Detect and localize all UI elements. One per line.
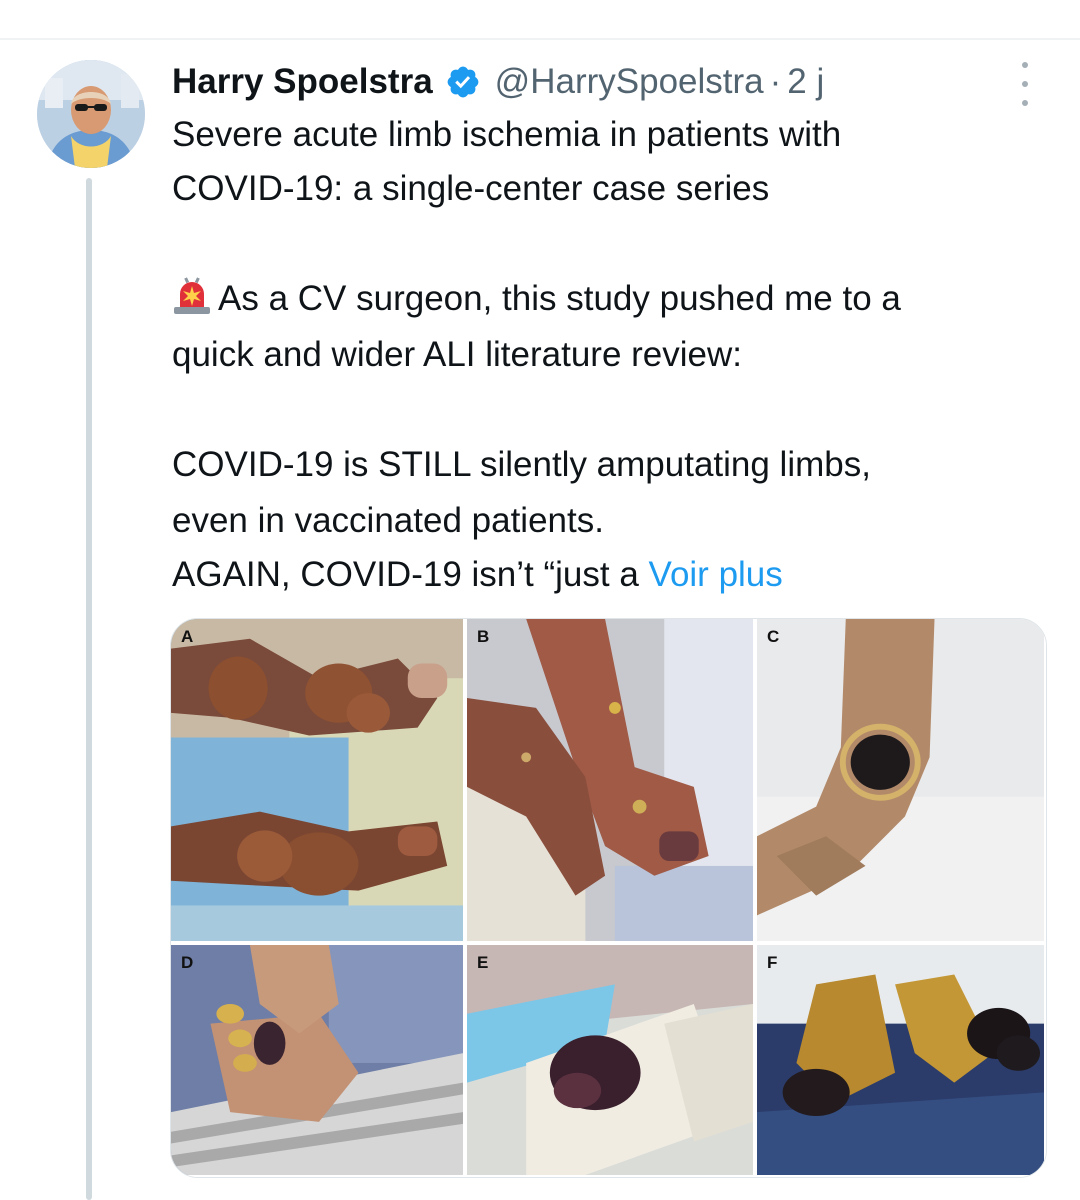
panel-label-f: F — [767, 953, 778, 972]
more-options-icon[interactable] — [1012, 62, 1038, 106]
tweet-text-line-7-content: AGAIN, COVID-19 isn’t “just a — [172, 555, 649, 594]
top-divider — [0, 38, 1080, 40]
tweet-text-line-1: Severe acute limb ischemia in patients w… — [172, 115, 842, 154]
show-more-link[interactable]: Voir plus — [649, 555, 783, 594]
separator-dot: · — [769, 62, 782, 101]
author-name[interactable]: Harry Spoelstra — [172, 62, 433, 102]
tweet-text-line-6: even in vaccinated patients. — [172, 501, 604, 540]
thread-line — [86, 178, 92, 1200]
media-photo-a[interactable]: A — [171, 619, 467, 945]
panel-label-b: B — [477, 627, 490, 646]
panel-label-e: E — [477, 953, 489, 972]
tweet-text-line-5: COVID-19 is STILL silently amputating li… — [172, 445, 871, 484]
tweet-text-line-2: COVID-19: a single-center case series — [172, 169, 770, 208]
media-grid[interactable]: A B C D E F — [170, 618, 1047, 1178]
panel-label-c: C — [767, 627, 780, 646]
panel-label-a: A — [181, 627, 194, 646]
police-light-icon — [172, 276, 212, 316]
author-handle[interactable]: @HarrySpoelstra — [495, 62, 764, 102]
tweet-time[interactable]: 2 j — [787, 62, 824, 102]
tweet-text-line-7: AGAIN, COVID-19 isn’t “just a Voir plus — [172, 548, 1052, 602]
panel-label-d: D — [181, 953, 194, 972]
media-photo-f[interactable]: F — [757, 945, 1046, 1177]
media-photo-b[interactable]: B — [467, 619, 757, 945]
tweet-text-line-4: quick and wider ALI literature review: — [172, 335, 742, 374]
tweet-text-line-3: As a CV surgeon, this study pushed me to… — [172, 272, 1052, 326]
media-photo-e[interactable]: E — [467, 945, 757, 1177]
media-photo-d[interactable]: D — [171, 945, 467, 1177]
media-photo-c[interactable]: C — [757, 619, 1046, 945]
avatar[interactable] — [37, 60, 145, 168]
tweet-text-line-3-content: As a CV surgeon, this study pushed me to… — [218, 279, 901, 318]
verified-badge-icon — [445, 64, 481, 100]
tweet-header: Harry Spoelstra @HarrySpoelstra · 2 j — [172, 56, 824, 108]
